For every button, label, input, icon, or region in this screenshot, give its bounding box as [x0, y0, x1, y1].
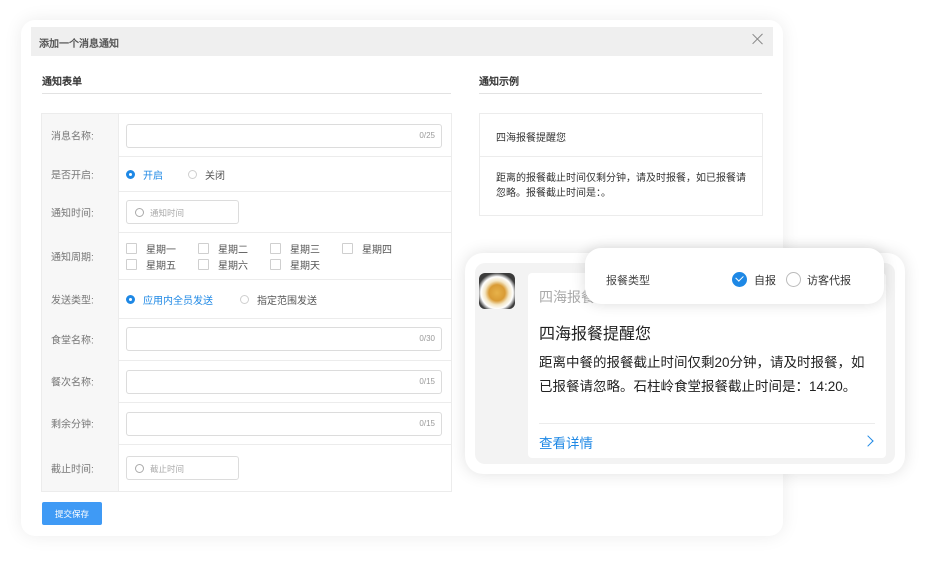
form-section-divider [42, 93, 451, 94]
radio-send-range[interactable]: 指定范围发送 [240, 292, 317, 307]
form-section-title: 通知表单 [42, 77, 82, 88]
radio-unchecked-icon [188, 170, 197, 179]
radio-checked-icon [126, 295, 135, 304]
time-placeholder: 通知时间 [150, 208, 185, 218]
radio-enabled-on[interactable]: 开启 [126, 167, 163, 182]
form-row-meal: 餐次名称: 0/15 [42, 360, 451, 403]
radio-unchecked-icon [240, 295, 249, 304]
notify-time-picker[interactable]: 通知时间 [126, 200, 239, 224]
form-row-time: 通知时间: 通知时间 [42, 191, 451, 233]
example-section-title: 通知示例 [479, 77, 519, 88]
period-label: 通知周期: [51, 252, 94, 263]
deadline-time-picker[interactable]: 截止时间 [126, 456, 239, 480]
notification-form: 消息名称: 0/25 是否开启: 开启 关闭 通知时间: 通知时间 通知周期: [41, 113, 452, 492]
name-counter: 0/25 [419, 131, 435, 140]
option-visitor-report[interactable]: 访客代报 [807, 272, 851, 288]
checkbox-day-sun[interactable]: 星期天 [270, 257, 320, 272]
radio-send-all[interactable]: 应用内全员发送 [126, 292, 213, 307]
form-row-deadline: 截止时间: 截止时间 [42, 444, 451, 491]
checkbox-day-sat[interactable]: 星期六 [198, 257, 248, 272]
view-details-link[interactable]: 查看详情 [539, 432, 593, 452]
submit-save-button[interactable]: 提交保存 [42, 502, 102, 525]
remaining-minutes-input[interactable]: 0/15 [126, 412, 442, 436]
radio-enabled-off[interactable]: 关闭 [188, 167, 225, 182]
food-avatar-icon [479, 273, 515, 309]
example-body: 距离的报餐截止时间仅剩分钟，请及时报餐，如已报餐请忽略。报餐截止时间是：。 [496, 173, 746, 199]
meal-name-input[interactable]: 0/15 [126, 370, 442, 394]
checkbox-day-tue[interactable]: 星期二 [198, 241, 248, 256]
example-title: 四海报餐提醒您 [496, 133, 566, 144]
canteen-label: 食堂名称: [51, 335, 94, 347]
deadline-placeholder: 截止时间 [150, 464, 185, 474]
option-self-report[interactable]: 自报 [754, 272, 776, 288]
dialog-title: 添加一个消息通知 [39, 39, 119, 50]
checkbox-day-fri[interactable]: 星期五 [126, 257, 176, 272]
dialog-header: 添加一个消息通知 [31, 27, 773, 56]
meal-counter: 0/15 [419, 377, 435, 386]
radio-unchecked-icon[interactable] [786, 272, 801, 287]
send-type-label: 发送类型: [51, 295, 94, 306]
message-body: 距离中餐的报餐截止时间仅剩20分钟，请及时报餐，如已报餐请忽略。石柱岭食堂报餐截… [539, 355, 865, 394]
report-type-popup: 报餐类型 自报 访客代报 [585, 248, 884, 304]
chevron-right-icon[interactable] [862, 435, 874, 447]
time-label: 通知时间: [51, 208, 94, 219]
form-row-canteen: 食堂名称: 0/30 [42, 318, 451, 361]
report-type-label: 报餐类型 [606, 275, 650, 287]
deadline-label: 截止时间: [51, 464, 94, 475]
form-row-remaining: 剩余分钟: 0/15 [42, 402, 451, 445]
canteen-counter: 0/30 [419, 334, 435, 343]
message-title: 四海报餐提醒您 [539, 326, 652, 343]
remaining-label: 剩余分钟: [51, 419, 94, 431]
check-circle-icon[interactable] [732, 272, 747, 287]
checkbox-day-wed[interactable]: 星期三 [270, 241, 320, 256]
message-name-input[interactable]: 0/25 [126, 124, 442, 148]
checkbox-day-mon[interactable]: 星期一 [126, 241, 176, 256]
example-section-divider [479, 93, 762, 94]
close-icon[interactable] [751, 32, 765, 46]
form-row-period: 通知周期: 星期一 星期二 星期三 星期四 星期五 星期六 星期天 [42, 232, 451, 280]
notification-example: 四海报餐提醒您 距离的报餐截止时间仅剩分钟，请及时报餐，如已报餐请忽略。报餐截止… [479, 113, 763, 216]
form-row-send-type: 发送类型: 应用内全员发送 指定范围发送 [42, 279, 451, 319]
form-row-enabled: 是否开启: 开启 关闭 [42, 156, 451, 192]
name-label: 消息名称: [51, 131, 94, 143]
radio-checked-icon [126, 170, 135, 179]
form-row-name: 消息名称: 0/25 [42, 114, 451, 157]
canteen-name-input[interactable]: 0/30 [126, 327, 442, 351]
checkbox-day-thu[interactable]: 星期四 [342, 241, 392, 256]
clock-icon [135, 464, 144, 473]
enabled-label: 是否开启: [51, 170, 94, 181]
meal-label: 餐次名称: [51, 377, 94, 389]
clock-icon [135, 208, 144, 217]
remaining-counter: 0/15 [419, 419, 435, 428]
